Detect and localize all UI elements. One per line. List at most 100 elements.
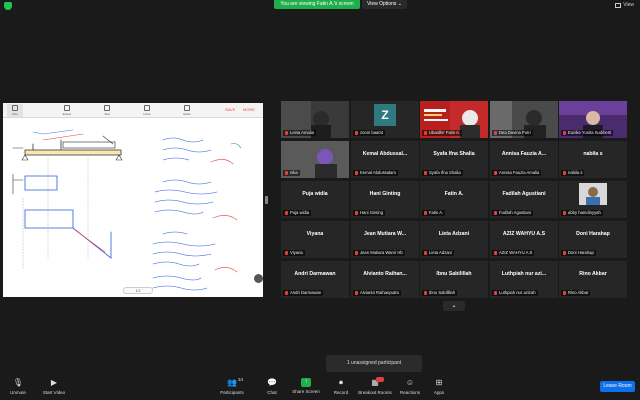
participant-tile[interactable]: Hani Ginting Hani Ginting [351, 181, 419, 218]
pen-tool-label: Pen [12, 112, 18, 116]
participant-name: Alvianto Raihanputra [353, 290, 401, 296]
participant-display-name: Lieta Adzani [438, 231, 470, 237]
participant-name-text: Lieta Adzani [429, 250, 452, 255]
mic-muted-icon [424, 131, 427, 135]
participant-name: Rino Akbar [561, 290, 591, 296]
whiteboard-toolbar: Pen Eraser Text Undo Redo SAVE MORE [3, 103, 263, 118]
participant-name-text: Viyana [290, 250, 303, 255]
panel-resize-handle[interactable] [265, 196, 268, 204]
participant-name: nabila s [561, 170, 585, 176]
participant-tile[interactable]: Puja widia Puja widia [281, 181, 349, 218]
participant-tile[interactable]: nika [281, 141, 349, 178]
participant-tile[interactable]: Eunike Yunita Sudiherti [559, 101, 627, 138]
participant-tile[interactable]: nabila s nabila s [559, 141, 627, 178]
participant-tile[interactable]: Z zoom baa04 [351, 101, 419, 138]
participant-tile[interactable]: Luthpiah nur azi... Luthpiah nur azizah [490, 261, 558, 298]
handwritten-sketch [12, 129, 242, 291]
unmute-button[interactable]: 🎙 Unmute [6, 378, 30, 395]
text-tool[interactable]: Text [99, 104, 115, 117]
undo-icon [144, 105, 150, 111]
participant-profile-picture [579, 183, 607, 205]
start-video-label: Start Video [42, 390, 66, 395]
view-options-button[interactable]: View Options ⌄ [362, 0, 407, 9]
participant-display-name: AZIZ WAHYU A.S [502, 231, 546, 237]
participant-tile[interactable]: Jean Mutiara W... Jean Mutiara Wanir Hb [351, 221, 419, 258]
participant-tile[interactable]: AZIZ WAHYU A.S AZIZ WAHYU A.S [490, 221, 558, 258]
eraser-tool[interactable]: Eraser [59, 104, 75, 117]
next-page-chevron-down-icon[interactable]: ⌄ [443, 301, 465, 311]
start-video-button[interactable]: ▶ Start Video [38, 378, 70, 395]
mic-muted-icon [424, 171, 427, 175]
page-indicator[interactable]: 1/1 [123, 287, 153, 294]
mic-muted-icon [285, 251, 288, 255]
participant-tile[interactable]: Syafa Ifna Shalia Syafa Ifna Shalia [420, 141, 488, 178]
reactions-button[interactable]: ☺ Reactions [398, 378, 422, 395]
participant-tile[interactable]: Alvianto Raihan... Alvianto Raihanputra [351, 261, 419, 298]
mic-muted-icon [355, 171, 358, 175]
chat-label: Chat [267, 390, 277, 395]
pen-fab-icon[interactable] [254, 274, 263, 283]
participants-button[interactable]: 👥 34 Participants [216, 377, 248, 395]
mic-muted-icon [355, 131, 358, 135]
participant-tile[interactable]: Andri Darmawan Andri Darmawan [281, 261, 349, 298]
share-screen-button[interactable]: ↑ Share Screen [290, 378, 322, 394]
participant-name: Annisa Fauzia Amalia [492, 170, 542, 176]
participant-tile[interactable]: Doni Harahap Doni Harahap [559, 221, 627, 258]
mic-muted-icon [355, 251, 358, 255]
more-button[interactable]: MORE [243, 107, 255, 112]
undo-tool[interactable]: Undo [139, 104, 155, 117]
view-button[interactable]: View [615, 2, 634, 8]
mic-muted-icon [494, 291, 497, 295]
record-button[interactable]: ⏺ Record [330, 378, 352, 395]
participant-name-text: Fatin A. [429, 210, 444, 215]
participant-name: Luthpiah nur azizah [492, 290, 538, 296]
participant-tile[interactable]: Leina Amalia [281, 101, 349, 138]
participant-tile[interactable]: Kemal Abdussal... Kemal Abdussalam [351, 141, 419, 178]
participants-icon: 👥 [227, 378, 237, 387]
participant-tile[interactable]: Rino Akbar Rino Akbar [559, 261, 627, 298]
unassigned-participant-notice[interactable]: 1 unassigned participant [326, 355, 422, 372]
participant-name: Andri Darmawan [283, 290, 324, 296]
participant-tile[interactable]: Ibnu Sabilillah Ibnu Sabilillah [420, 261, 488, 298]
participant-name: Leina Amalia [283, 130, 316, 136]
undo-tool-label: Undo [143, 112, 151, 116]
mic-muted-icon [285, 211, 288, 215]
participant-tile[interactable]: abby hamdinyyah [559, 181, 627, 218]
participant-tile[interactable]: Annisa Fauzia A... Annisa Fauzia Amalia [490, 141, 558, 178]
mic-muted-icon [563, 251, 566, 255]
redo-tool[interactable]: Redo [179, 104, 195, 117]
share-screen-label: Share Screen [292, 389, 320, 394]
breakout-rooms-button[interactable]: ▦ Breakout Rooms [356, 377, 394, 395]
pen-tool[interactable]: Pen [7, 104, 23, 117]
participant-name: Fadilah Agustiani [492, 210, 533, 216]
save-button[interactable]: SAVE [225, 107, 235, 112]
participant-tile[interactable]: Fadilah Agustiani Fadilah Agustiani [490, 181, 558, 218]
participant-name-text: Doni Harahap [568, 250, 594, 255]
view-label: View [623, 2, 634, 8]
text-icon [104, 105, 110, 111]
share-banner: You are viewing Fatin A.'s screen [274, 0, 360, 9]
participant-name-text: nika [290, 170, 298, 175]
participant-name: Dea Davina Putri [492, 130, 533, 136]
security-shield-icon[interactable] [4, 2, 12, 10]
shared-screen[interactable]: Pen Eraser Text Undo Redo SAVE MORE 1/1 [3, 103, 263, 297]
breakout-rooms-label: Breakout Rooms [358, 390, 392, 395]
chat-button[interactable]: 💬 Chat [262, 378, 282, 395]
participant-name-text: nabila s [568, 170, 583, 175]
leave-room-button[interactable]: Leave Room [600, 381, 635, 392]
participant-name: Puja widia [283, 210, 312, 216]
participant-display-name: Fatin A. [444, 191, 464, 197]
participant-display-name: Hani Ginting [369, 191, 401, 197]
participant-display-name: Rino Akbar [579, 271, 607, 277]
participant-display-name: Alvianto Raihan... [363, 271, 407, 277]
participant-tile[interactable]: Dea Davina Putri [490, 101, 558, 138]
mic-muted-icon [494, 211, 497, 215]
participant-tile[interactable]: Viyana Viyana [281, 221, 349, 258]
participants-count: 34 [238, 377, 244, 382]
participant-tile-active-speaker[interactable]: Ubaidhir Fatin A. [420, 101, 488, 138]
participant-name: Hani Ginting [353, 210, 386, 216]
participant-tile[interactable]: Lieta Adzani Lieta Adzani [420, 221, 488, 258]
apps-button[interactable]: ⊞ Apps [430, 378, 448, 395]
participant-tile[interactable]: Fatin A. Fatin A. [420, 181, 488, 218]
record-label: Record [333, 390, 349, 395]
